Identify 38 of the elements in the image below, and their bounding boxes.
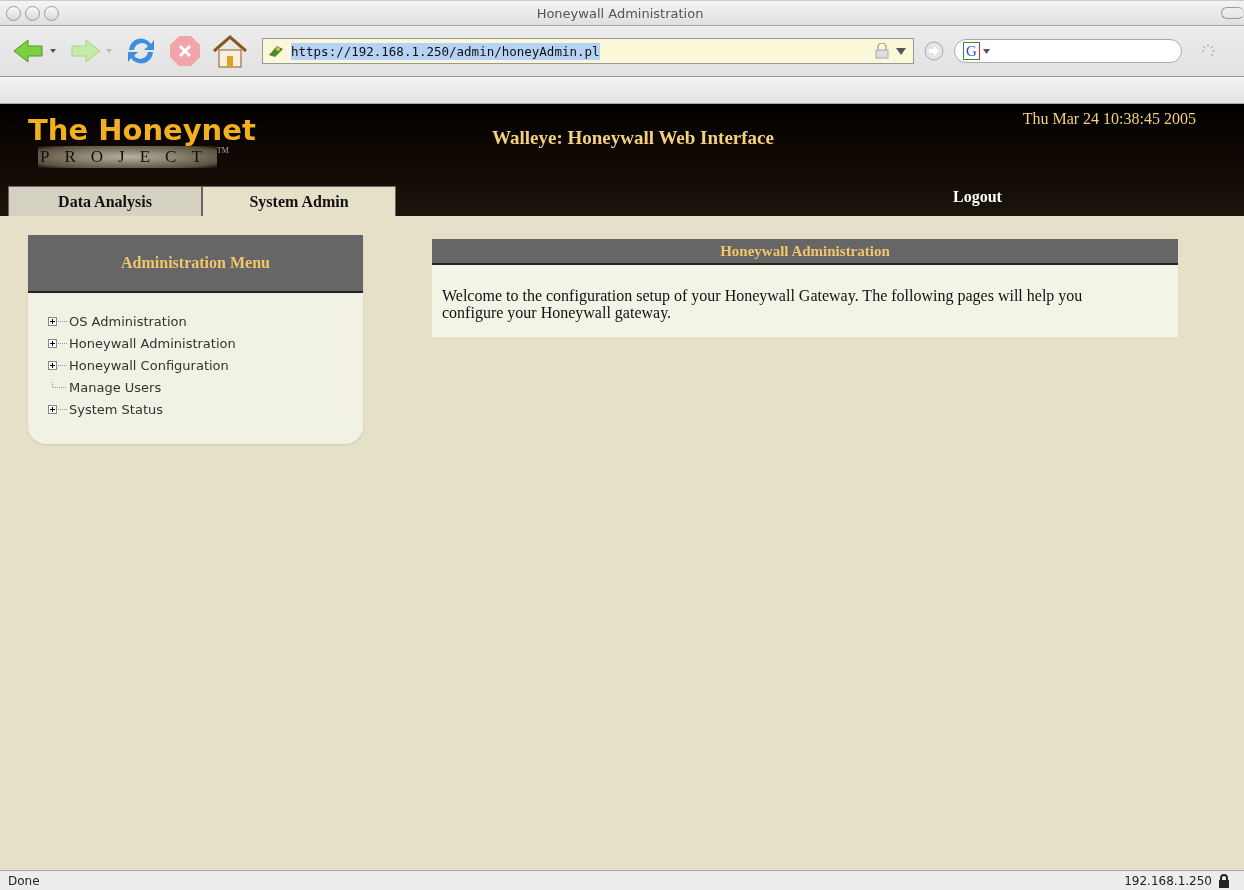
expand-icon[interactable] xyxy=(48,359,68,371)
lock-icon xyxy=(1218,873,1230,888)
search-engine-icon[interactable]: G xyxy=(963,42,980,60)
tab[interactable]: Data Analysis xyxy=(8,186,202,216)
expand-icon[interactable] xyxy=(48,337,68,349)
stop-icon[interactable] xyxy=(168,34,202,68)
address-field[interactable]: https://192.168.1.250/admin/honeyAdmin.pl xyxy=(262,38,914,64)
close-window-button[interactable] xyxy=(6,5,21,21)
search-field[interactable]: G xyxy=(954,39,1182,63)
menu-title: Administration Menu xyxy=(121,254,270,272)
logout-link[interactable]: Logout xyxy=(953,186,1002,216)
zoom-window-button[interactable] xyxy=(44,5,59,21)
site-icon xyxy=(267,43,285,59)
page-title: Walleye: Honeywall Web Interface xyxy=(492,127,774,149)
trademark-mark: TM xyxy=(216,146,229,155)
welcome-text: Welcome to the configuration setup of your Honeywall Gateway. The following pages will help you configure your Honeywall gateway. xyxy=(442,287,1084,321)
menu-item[interactable]: Honeywall Administration xyxy=(69,335,236,351)
minimize-window-button[interactable] xyxy=(25,5,40,21)
tab[interactable]: System Admin xyxy=(202,186,396,216)
status-host: 192.168.1.250 xyxy=(1124,873,1212,888)
loading-spinner-icon xyxy=(1200,43,1216,59)
panel-title: Honeywall Administration xyxy=(720,242,890,260)
lock-icon xyxy=(875,43,889,59)
home-icon[interactable] xyxy=(212,34,248,68)
window-title: Honeywall Administration xyxy=(535,5,705,21)
menu-item[interactable]: OS Administration xyxy=(69,313,187,329)
date-time: Thu Mar 24 10:38:45 2005 xyxy=(1022,110,1196,128)
status-text: Done xyxy=(8,873,40,888)
menu-item[interactable]: System Status xyxy=(69,401,164,417)
expand-icon[interactable] xyxy=(48,315,68,327)
menu-item[interactable]: Manage Users xyxy=(69,379,162,395)
dropdown-caret-icon[interactable] xyxy=(895,46,907,56)
expand-icon[interactable] xyxy=(48,403,68,415)
logo-subtitle: PROJECT xyxy=(38,146,217,168)
menu-item[interactable]: Honeywall Configuration xyxy=(69,357,229,373)
back-arrow-icon[interactable] xyxy=(12,38,58,64)
logo-title: The Honeynet xyxy=(28,114,256,146)
dropdown-caret-icon[interactable] xyxy=(982,48,990,54)
